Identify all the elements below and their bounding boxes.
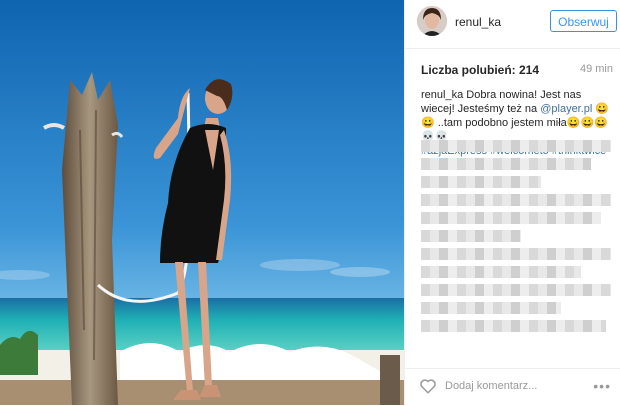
post-header: renul_ka Obserwuj [405, 0, 620, 49]
heart-icon[interactable] [419, 377, 437, 395]
list-item [421, 320, 606, 332]
list-item [421, 302, 561, 314]
list-item [421, 230, 521, 242]
beach-scene [0, 0, 404, 405]
list-item [421, 140, 611, 152]
post-sidebar: renul_ka Obserwuj Liczba polubień: 214 4… [404, 0, 620, 405]
list-item [421, 158, 591, 170]
list-item [421, 284, 611, 296]
list-item [421, 194, 611, 206]
comments-list-blurred [421, 140, 615, 338]
instagram-post: renul_ka Obserwuj Liczba polubień: 214 4… [0, 0, 620, 405]
post-footer: Dodaj komentarz... ••• [405, 368, 620, 406]
more-options-icon[interactable]: ••• [593, 378, 611, 394]
post-username[interactable]: renul_ka [455, 15, 501, 29]
list-item [421, 248, 611, 260]
avatar-image [417, 6, 447, 36]
list-item [421, 212, 601, 224]
likes-count[interactable]: Liczba polubień: 214 [421, 63, 539, 77]
avatar[interactable] [417, 6, 447, 36]
caption-username[interactable]: renul_ka [421, 89, 463, 101]
list-item [421, 176, 541, 188]
caption-mention[interactable]: @player.pl [540, 103, 592, 115]
add-comment-input[interactable]: Dodaj komentarz... [445, 380, 537, 392]
post-time[interactable]: 49 min [580, 63, 613, 75]
post-photo[interactable] [0, 0, 404, 405]
list-item [421, 266, 581, 278]
follow-button[interactable]: Obserwuj [550, 10, 617, 32]
